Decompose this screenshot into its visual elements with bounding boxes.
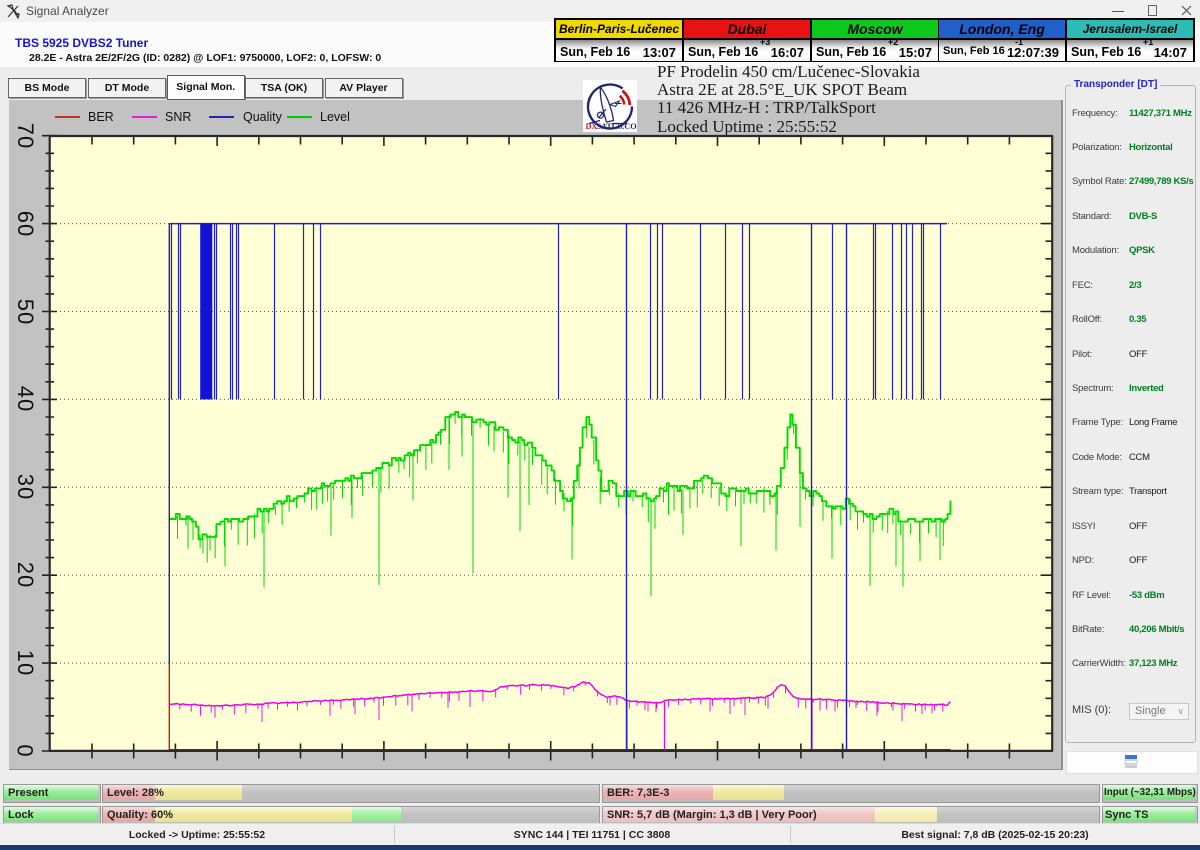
svg-text:SATCS.COM: SATCS.COM (597, 122, 638, 131)
